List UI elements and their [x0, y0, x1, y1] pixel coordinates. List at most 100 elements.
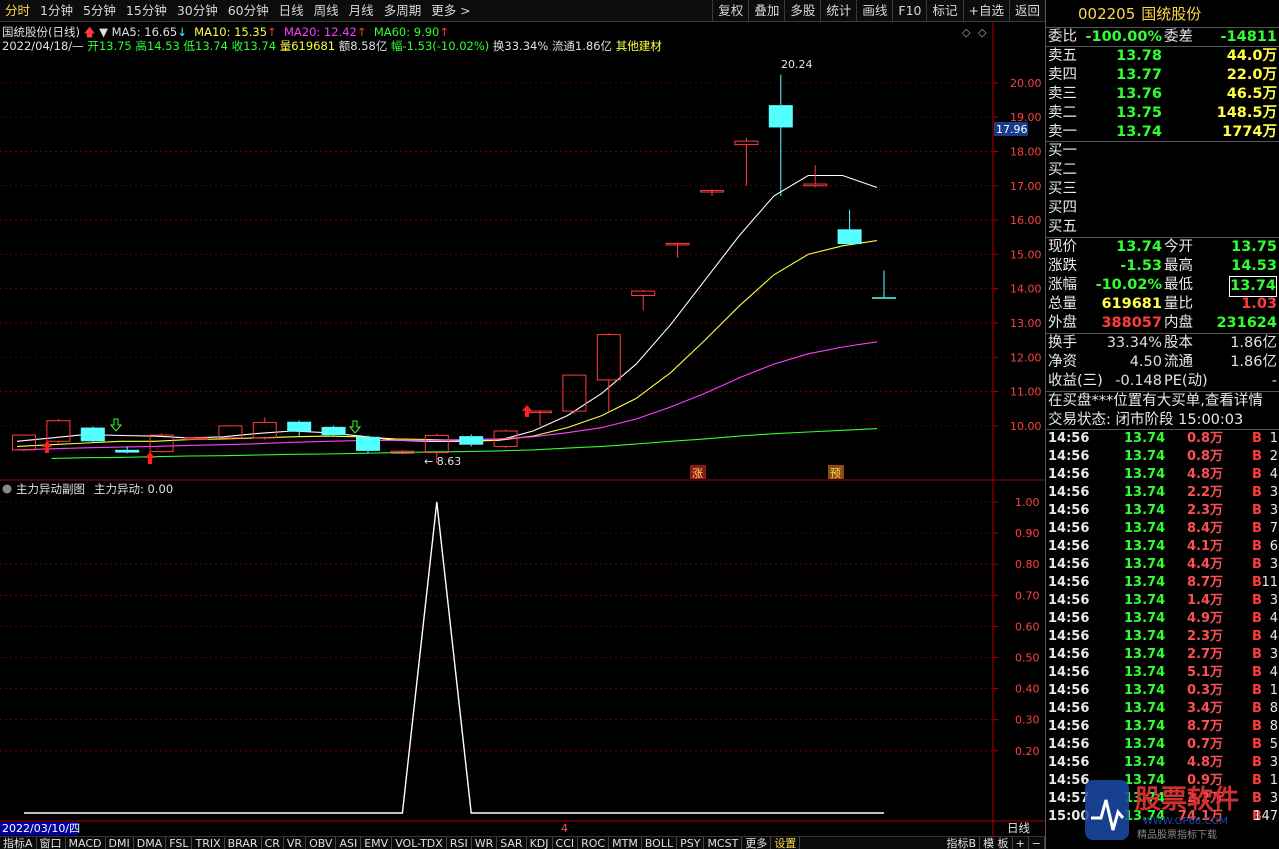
- arrow-up-icon: [522, 405, 532, 417]
- indicator-tab[interactable]: CR: [262, 836, 284, 849]
- tick-row: 14:56 13.74 0.3万 B 1: [1046, 682, 1279, 700]
- high-label: 20.24: [781, 58, 813, 71]
- tick-side: B: [1252, 503, 1262, 518]
- tick-row: 14:56 13.74 4.9万 B 4: [1046, 610, 1279, 628]
- tick-side: B: [1252, 629, 1262, 644]
- indicator-tab[interactable]: DMI: [106, 836, 134, 849]
- indicator-tab[interactable]: MTM: [609, 836, 642, 849]
- tick-volume: 5.1万: [1186, 665, 1223, 680]
- watermark-brand: 股票软件: [1135, 785, 1239, 815]
- tick-volume: 4.1万: [1186, 539, 1223, 554]
- tab-right-button[interactable]: 指标B: [944, 836, 981, 849]
- tick-row: 14:56 13.74 8.7万 B 11: [1046, 574, 1279, 592]
- indicator-tab[interactable]: CCI: [553, 836, 579, 849]
- tick-count: 4: [1269, 611, 1278, 626]
- ask-row[interactable]: 卖四 13.77 22.0万: [1046, 66, 1279, 85]
- indicator-tab[interactable]: 窗口: [37, 836, 66, 849]
- indicator-tab[interactable]: WR: [472, 836, 498, 849]
- candle-body: [252, 421, 277, 439]
- tick-price: 13.74: [1124, 665, 1166, 680]
- price-tick-label: 12.00: [1010, 351, 1042, 364]
- candle-body: [424, 434, 449, 454]
- tick-volume: 0.3万: [1186, 683, 1223, 698]
- tab-right-button[interactable]: 模 板: [980, 836, 1013, 849]
- indicator-tab[interactable]: SAR: [497, 836, 527, 849]
- indicator-tab[interactable]: BRAR: [225, 836, 262, 849]
- tick-price: 13.74: [1124, 431, 1166, 446]
- bid-row[interactable]: 买三: [1046, 180, 1279, 199]
- tick-side: B: [1252, 755, 1262, 770]
- finance-value: 1.86亿: [1230, 335, 1277, 351]
- tick-side: B: [1252, 593, 1262, 608]
- indicator-tab[interactable]: BOLL: [642, 836, 678, 849]
- big-order-message[interactable]: 在买盘***位置有大买单,查看详情: [1046, 392, 1279, 411]
- quote-label: 最低: [1164, 277, 1193, 293]
- quote-label: 涨幅: [1048, 277, 1077, 293]
- tick-side: B: [1252, 737, 1262, 752]
- indicator-tab[interactable]: FSL: [166, 836, 193, 849]
- candle: [321, 425, 346, 437]
- ask-row[interactable]: 卖五 13.78 44.0万: [1046, 47, 1279, 66]
- tick-price: 13.74: [1124, 539, 1166, 554]
- candle: [872, 270, 896, 299]
- candle-body: [459, 436, 484, 445]
- tick-row: 14:56 13.74 0.8万 B 2: [1046, 448, 1279, 466]
- indicator-tab[interactable]: MCST: [704, 836, 743, 849]
- tab-right-button[interactable]: +: [1013, 836, 1029, 849]
- tab-right-button[interactable]: −: [1029, 836, 1045, 849]
- candle: [356, 435, 380, 454]
- tick-price: 13.74: [1124, 557, 1166, 572]
- quote-value: 619681: [1101, 296, 1162, 312]
- indicator-tab[interactable]: DMA: [134, 836, 167, 849]
- finance-label: 换手: [1048, 335, 1077, 351]
- indicator-tab[interactable]: ROC: [578, 836, 610, 849]
- quote-label: 量比: [1164, 296, 1193, 312]
- tick-volume: 1.4万: [1186, 593, 1223, 608]
- indicator-tab[interactable]: ASI: [336, 836, 362, 849]
- tick-count: 3: [1269, 593, 1278, 608]
- bid-row[interactable]: 买四: [1046, 199, 1279, 218]
- grid-layer: [0, 82, 993, 427]
- tick-list[interactable]: 14:56 13.74 0.8万 B 1 14:56 13.74 0.8万 B 2 14:56 13.…: [1046, 430, 1279, 826]
- tick-volume: 8.4万: [1186, 521, 1223, 536]
- tick-price: 13.74: [1124, 467, 1166, 482]
- indicator-tab[interactable]: 更多: [742, 836, 772, 849]
- ask-volume: 1774万: [1222, 124, 1277, 140]
- indicator-tab[interactable]: TRIX: [192, 836, 225, 849]
- indicator-tab[interactable]: OBV: [306, 836, 337, 849]
- tick-volume: 2.3万: [1186, 503, 1223, 518]
- indicator-tab[interactable]: KDJ: [527, 836, 553, 849]
- indicator-tab[interactable]: 设置: [771, 836, 801, 849]
- tick-row: 14:56 13.74 4.8万 B 4: [1046, 466, 1279, 484]
- tick-row: 14:56 13.74 2.7万 B 3: [1046, 646, 1279, 664]
- sub-tick-label: 0.40: [1015, 683, 1040, 696]
- indicator-tab[interactable]: VR: [284, 836, 307, 849]
- tick-time: 14:56: [1048, 629, 1090, 644]
- bid-row[interactable]: 买二: [1046, 161, 1279, 180]
- ask-row[interactable]: 卖一 13.74 1774万: [1046, 123, 1279, 142]
- bid-row[interactable]: 买一: [1046, 142, 1279, 161]
- ask-label: 卖四: [1048, 67, 1077, 83]
- tick-volume: 2.3万: [1186, 629, 1223, 644]
- kline-chart[interactable]: 20.0019.0018.0017.0016.0015.0014.0013.00…: [0, 0, 1045, 836]
- indicator-tab[interactable]: 指标A: [0, 836, 37, 849]
- tick-side: B: [1252, 719, 1262, 734]
- indicator-tab[interactable]: VOL-TDX: [392, 836, 447, 849]
- finance-block: 换手 33.34% 股本 1.86亿 净资 4.50 流通 1.86亿 收益(三) -0.148 P…: [1046, 334, 1279, 392]
- current-price-label: 17.96: [996, 123, 1028, 136]
- candle-body: [356, 436, 380, 451]
- indicator-tab[interactable]: PSY: [677, 836, 705, 849]
- tick-price: 13.74: [1124, 755, 1166, 770]
- quote-label: 涨跌: [1048, 258, 1077, 274]
- tick-row: 14:56 13.74 5.1万 B 4: [1046, 664, 1279, 682]
- indicator-tab[interactable]: EMV: [361, 836, 393, 849]
- bid-row[interactable]: 买五: [1046, 218, 1279, 237]
- tick-time: 14:56: [1048, 755, 1090, 770]
- stock-code: 002205: [1078, 4, 1136, 23]
- ask-row[interactable]: 卖三 13.76 46.5万: [1046, 85, 1279, 104]
- tick-row: 14:56 13.74 3.4万 B 8: [1046, 700, 1279, 718]
- indicator-tab[interactable]: MACD: [66, 836, 106, 849]
- indicator-tab[interactable]: RSI: [447, 836, 472, 849]
- candle: [700, 189, 724, 197]
- ask-row[interactable]: 卖二 13.75 148.5万: [1046, 104, 1279, 123]
